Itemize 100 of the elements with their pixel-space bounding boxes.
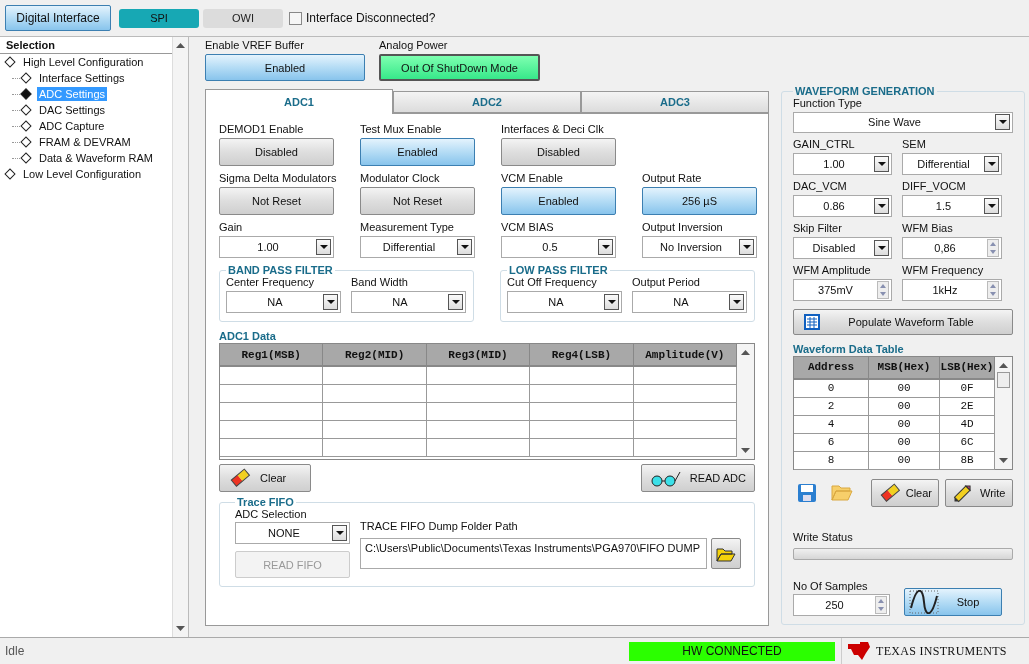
caret-icon[interactable]: [984, 155, 999, 172]
scroll-thumb[interactable]: [997, 371, 1010, 388]
dropdown[interactable]: NA: [351, 291, 466, 313]
clear-button[interactable]: Clear: [871, 478, 939, 507]
caret-icon[interactable]: [457, 239, 472, 255]
caret-icon[interactable]: [316, 239, 331, 255]
caret-icon[interactable]: [448, 294, 463, 310]
table-cell: 00: [869, 415, 940, 433]
toggle-button[interactable]: Not Reset: [219, 187, 334, 215]
toggle-button[interactable]: Disabled: [501, 138, 616, 166]
tree-item[interactable]: High Level Configuration: [21, 55, 146, 69]
dropdown[interactable]: NA: [632, 291, 747, 313]
scroll-down-icon[interactable]: [176, 626, 185, 631]
tree-item[interactable]: Low Level Configuration: [21, 167, 144, 181]
dropdown[interactable]: Disabled: [793, 236, 892, 259]
spin-arrows-icon[interactable]: [877, 280, 889, 299]
dropdown[interactable]: No Inversion: [642, 236, 757, 258]
field-label: Skip Filter: [793, 221, 843, 234]
column-header: Reg4(LSB): [530, 344, 634, 365]
control-label: DEMOD1 Enable: [219, 123, 305, 135]
toggle-button[interactable]: Enabled: [360, 138, 475, 166]
tree-item[interactable]: Interface Settings: [37, 71, 127, 85]
mode-tab[interactable]: SPI: [119, 8, 199, 28]
caret-icon[interactable]: [995, 114, 1010, 131]
field-label: Center Frequency: [226, 276, 316, 288]
scroll-up-icon[interactable]: [176, 43, 185, 48]
table-cell: 00: [869, 379, 940, 397]
scroll-up-icon[interactable]: [741, 350, 750, 355]
dropdown[interactable]: 0.86: [793, 194, 892, 217]
scrollbar[interactable]: [737, 344, 754, 459]
spin-field[interactable]: 0,86: [902, 236, 1002, 259]
field-label: Cut Off Frequency: [507, 276, 598, 288]
spin-arrows-icon[interactable]: [987, 238, 999, 257]
spin-arrows-icon[interactable]: [987, 280, 999, 299]
dropdown[interactable]: Sine Wave: [793, 112, 1013, 133]
populate-button[interactable]: Populate Waveform Table: [793, 308, 1013, 335]
caret-icon[interactable]: [729, 294, 744, 310]
dropdown[interactable]: 0.5: [501, 236, 616, 258]
scroll-down-icon[interactable]: [999, 457, 1008, 463]
dropdown[interactable]: Differential: [902, 152, 1002, 175]
control-label: Measurement Type: [360, 221, 455, 233]
spin-field[interactable]: 375mV: [793, 278, 892, 301]
dropdown[interactable]: 1.00: [793, 152, 892, 175]
dropdown[interactable]: NA: [226, 291, 341, 313]
dropdown[interactable]: NA: [507, 291, 622, 313]
tab[interactable]: ADC2: [393, 91, 581, 113]
dropdown[interactable]: NONE: [235, 522, 350, 544]
toggle-button[interactable]: Not Reset: [360, 187, 475, 215]
checkbox[interactable]: [289, 11, 302, 25]
mode-tab[interactable]: OWI: [203, 8, 283, 28]
scrollbar[interactable]: [995, 356, 1012, 469]
control-label: Output Inversion: [642, 221, 724, 233]
toggle-button[interactable]: Disabled: [219, 138, 334, 166]
caret-icon[interactable]: [739, 239, 754, 255]
table-cell: 4: [794, 415, 869, 433]
caret-icon[interactable]: [323, 294, 338, 310]
browse-button[interactable]: [711, 538, 741, 569]
section-title: ADC1 Data: [219, 330, 277, 342]
field-label: Function Type: [793, 97, 863, 109]
toggle-button[interactable]: Enabled: [205, 54, 365, 81]
control-label: Enable VREF Buffer: [205, 39, 305, 51]
spin-field[interactable]: 1kHz: [902, 278, 1002, 301]
stop-button[interactable]: Stop: [904, 588, 1002, 616]
caret-icon[interactable]: [332, 525, 347, 541]
tree-item[interactable]: Data & Waveform RAM: [37, 151, 155, 165]
tab[interactable]: ADC3: [581, 91, 769, 113]
field-label: No Of Samples: [793, 580, 869, 592]
clear-button[interactable]: Clear: [219, 464, 311, 492]
field-label: TRACE FIFO Dump Folder Path: [360, 520, 519, 532]
caret-icon[interactable]: [874, 239, 889, 256]
control-label: VCM BIAS: [501, 221, 555, 233]
caret-icon[interactable]: [874, 155, 889, 172]
save-icon[interactable]: [797, 482, 817, 503]
dropdown[interactable]: 1.5: [902, 194, 1002, 217]
tree-item[interactable]: FRAM & DEVRAM: [37, 135, 133, 149]
logo-icon: [846, 641, 872, 661]
scrollbar[interactable]: [172, 37, 188, 637]
dropdown[interactable]: Differential: [360, 236, 475, 258]
tree-item[interactable]: ADC Capture: [37, 119, 107, 133]
write-button[interactable]: Write: [945, 478, 1013, 507]
checkbox-label: Interface Disconnected?: [306, 11, 436, 25]
spin-field[interactable]: 250: [793, 594, 890, 616]
toggle-button[interactable]: 256 µS: [642, 187, 757, 215]
read-adc-button[interactable]: READ ADC: [640, 464, 755, 492]
scroll-down-icon[interactable]: [741, 448, 750, 453]
spin-arrows-icon[interactable]: [875, 596, 887, 614]
tab[interactable]: ADC1: [205, 89, 393, 114]
path-field[interactable]: C:\Users\Public\Documents\Texas Instruments\PGA970\FIFO DUMP: [360, 538, 707, 569]
interface-button[interactable]: Digital Interface: [5, 5, 111, 31]
dropdown[interactable]: 1.00: [219, 236, 334, 258]
caret-icon[interactable]: [604, 294, 619, 310]
caret-icon[interactable]: [598, 239, 613, 255]
caret-icon[interactable]: [984, 197, 999, 214]
toggle-button[interactable]: Enabled: [501, 187, 616, 215]
power-button[interactable]: Out Of ShutDown Mode: [379, 54, 540, 81]
scroll-up-icon[interactable]: [999, 362, 1008, 368]
tree-item[interactable]: DAC Settings: [37, 103, 108, 117]
caret-icon[interactable]: [874, 197, 889, 214]
field-label: WFM Amplitude: [793, 263, 872, 276]
section-title: Waveform Data Table: [793, 342, 905, 355]
